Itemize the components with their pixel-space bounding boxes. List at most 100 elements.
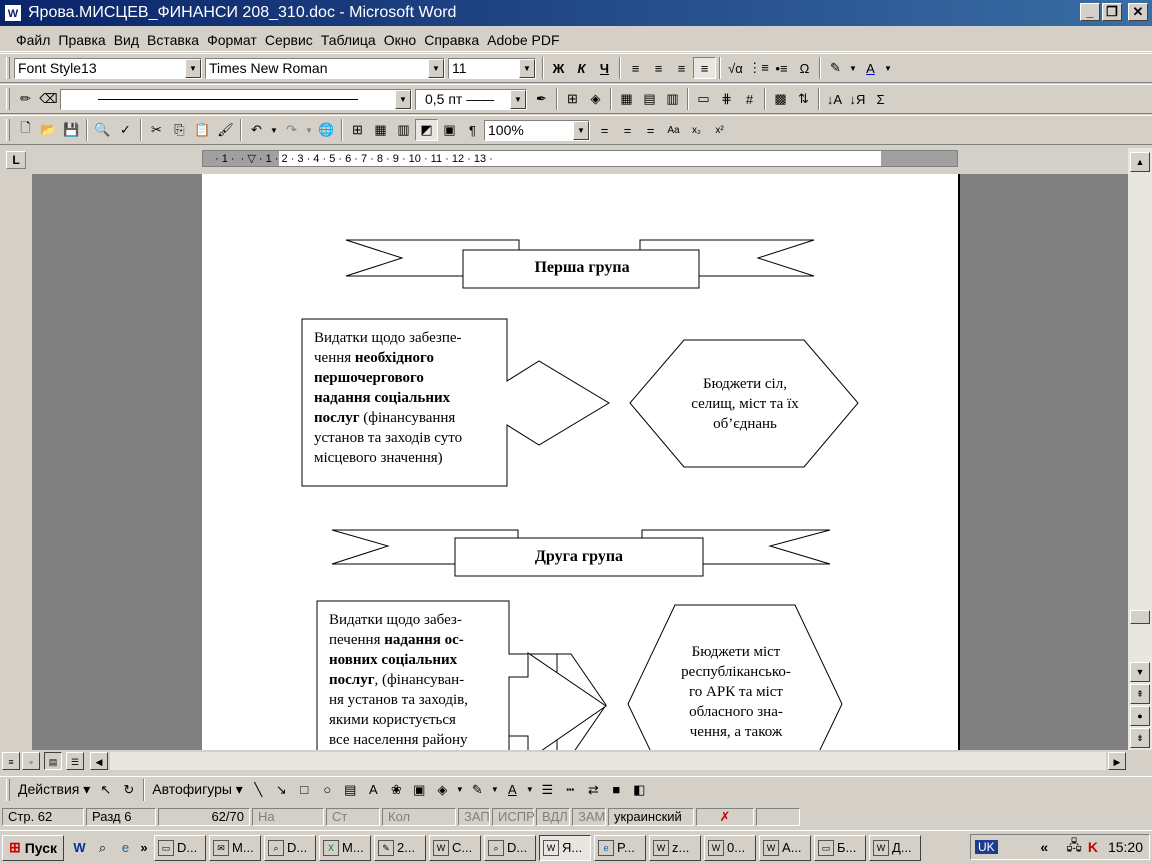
draw-table-pencil-icon[interactable]: ✏	[14, 88, 37, 110]
tables-borders-icon[interactable]: ⊞	[346, 119, 369, 141]
numbering-icon[interactable]: ⋮≡	[747, 57, 770, 79]
picture-icon[interactable]: ▣	[408, 779, 431, 801]
arrow-icon[interactable]: ↘	[270, 779, 293, 801]
change-case-icon[interactable]: Aa	[662, 119, 685, 141]
menu-view[interactable]: Вид	[110, 32, 143, 48]
font-color-icon[interactable]: A	[859, 57, 882, 79]
free-rotate-icon[interactable]: ↻	[117, 779, 140, 801]
menu-file[interactable]: Файл	[12, 32, 54, 48]
shading-icon[interactable]: ◈	[584, 88, 607, 110]
task-search[interactable]: ⌕ D...	[264, 834, 317, 861]
fill-color-icon[interactable]: ◈	[431, 779, 454, 801]
align-center-icon[interactable]: ≡	[647, 57, 670, 79]
chevron-down-icon[interactable]: ▼	[847, 57, 859, 79]
select-browse-object-icon[interactable]: ●	[1130, 706, 1150, 726]
task-doc-a[interactable]: W A...	[759, 834, 812, 861]
save-icon[interactable]: 💾	[60, 119, 83, 141]
dash-style-icon[interactable]: ┅	[559, 779, 582, 801]
equal-lines-icon[interactable]: =	[616, 119, 639, 141]
document-map-icon[interactable]: ▣	[438, 119, 461, 141]
menu-table[interactable]: Таблица	[317, 32, 380, 48]
start-button[interactable]: ⊞ Пуск	[2, 834, 65, 861]
bold-button[interactable]: Ж	[547, 57, 570, 79]
paste-icon[interactable]: 📋	[191, 119, 214, 141]
eraser-icon[interactable]: ⌫	[37, 88, 60, 110]
line-icon[interactable]: ╲	[247, 779, 270, 801]
scroll-right-icon[interactable]: ▶	[1108, 752, 1126, 770]
text-direction-icon[interactable]: ⇅	[792, 88, 815, 110]
chevron-down-icon[interactable]: ▼	[882, 57, 894, 79]
oval-icon[interactable]: ○	[316, 779, 339, 801]
task-search2[interactable]: ⌕ D...	[484, 834, 537, 861]
outline-view-icon[interactable]: ☰	[66, 752, 84, 770]
web-layout-icon[interactable]: ▫	[22, 752, 40, 770]
new-document-icon[interactable]: 🗋	[14, 119, 37, 141]
undo-icon[interactable]: ↶	[245, 119, 268, 141]
toolbar-grip[interactable]	[6, 119, 10, 141]
task-word-active[interactable]: W Я...	[539, 834, 592, 861]
autoshapes-menu[interactable]: Автофигуры ▾	[148, 781, 247, 798]
redo-icon[interactable]: ↷	[280, 119, 303, 141]
scroll-down-icon[interactable]: ▼	[1130, 662, 1150, 682]
tab-selector[interactable]: L	[6, 151, 26, 169]
align-right-icon[interactable]: ≡	[670, 57, 693, 79]
quicklaunch-more[interactable]: »	[137, 837, 151, 859]
chevron-down-icon[interactable]: ▼	[524, 779, 536, 801]
size-combo[interactable]: 11 ▼	[448, 57, 536, 79]
split-cells-icon[interactable]: ▥	[661, 88, 684, 110]
task-doc-d[interactable]: W Д...	[869, 834, 922, 861]
sort-descending-icon[interactable]: ↓Я	[846, 88, 869, 110]
format-painter-icon[interactable]: 🖌	[214, 119, 237, 141]
spelling-status-icon[interactable]: ✗	[696, 808, 754, 826]
scroll-thumb[interactable]	[1130, 610, 1150, 624]
search-quicklaunch-icon[interactable]: ⌕	[91, 837, 114, 859]
horizontal-scroll-track[interactable]	[110, 752, 1106, 770]
wordart-icon[interactable]: A	[362, 779, 385, 801]
scroll-left-icon[interactable]: ◀	[90, 752, 108, 770]
font-color-icon[interactable]: A	[501, 779, 524, 801]
align-cell-icon[interactable]: ▭	[692, 88, 715, 110]
status-ext[interactable]: ВДЛ	[536, 808, 570, 826]
minimize-button[interactable]: _	[1080, 3, 1100, 21]
horizontal-ruler[interactable]: · 1 · ‌ · ▽ · 1 · 2 · 3 · 4 · 5 · 6 · 7 …	[202, 150, 958, 167]
language-indicator[interactable]: UK	[975, 840, 998, 854]
print-layout-icon[interactable]: ▤	[44, 752, 62, 770]
arrow-style-icon[interactable]: ⇄	[582, 779, 605, 801]
line-style-combo[interactable]: ▼	[60, 88, 412, 110]
previous-page-icon[interactable]: ⇞	[1130, 684, 1150, 704]
document-page[interactable]: Перша група Видатки щодо забезпе- чення …	[202, 174, 960, 750]
antivirus-icon[interactable]: K	[1088, 839, 1098, 855]
columns-icon[interactable]: ▥	[392, 119, 415, 141]
document-area[interactable]: Перша група Видатки щодо забезпе- чення …	[32, 174, 1128, 750]
chevron-down-icon[interactable]: ▼	[489, 779, 501, 801]
chevron-down-icon[interactable]: ▼	[185, 58, 201, 78]
subscript-icon[interactable]: x₂	[685, 119, 708, 141]
menu-help[interactable]: Справка	[420, 32, 483, 48]
scroll-up-icon[interactable]: ▲	[1130, 152, 1150, 172]
open-folder-icon[interactable]: 📂	[37, 119, 60, 141]
3d-icon[interactable]: ◧	[628, 779, 651, 801]
zoom-combo[interactable]: 100% ▼	[484, 119, 590, 141]
insert-table-icon[interactable]: ▦	[369, 119, 392, 141]
status-ovr[interactable]: ЗАМ	[572, 808, 606, 826]
line-style-icon[interactable]: ☰	[536, 779, 559, 801]
chevron-down-icon[interactable]: ▼	[519, 58, 535, 78]
task-doc-0[interactable]: W 0...	[704, 834, 757, 861]
equal-lines-icon[interactable]: =	[593, 119, 616, 141]
equation-icon[interactable]: √α	[724, 57, 747, 79]
symbol-omega-icon[interactable]: Ω	[793, 57, 816, 79]
distribute-columns-icon[interactable]: #	[738, 88, 761, 110]
borders-icon[interactable]: ⊞	[561, 88, 584, 110]
distribute-rows-icon[interactable]: ⋕	[715, 88, 738, 110]
copy-icon[interactable]: ⎘	[168, 119, 191, 141]
align-left-icon[interactable]: ≡	[624, 57, 647, 79]
normal-view-icon[interactable]: ≡	[2, 752, 20, 770]
border-color-icon[interactable]: ✒	[530, 88, 553, 110]
chevron-down-icon[interactable]: ▼	[510, 89, 526, 109]
chevron-down-icon[interactable]: ▼	[303, 119, 315, 141]
shadow-icon[interactable]: ■	[605, 779, 628, 801]
underline-button[interactable]: Ч	[593, 57, 616, 79]
equal-lines-icon[interactable]: =	[639, 119, 662, 141]
spelling-icon[interactable]: ✓	[114, 119, 137, 141]
word-app-icon[interactable]: W	[4, 4, 22, 22]
